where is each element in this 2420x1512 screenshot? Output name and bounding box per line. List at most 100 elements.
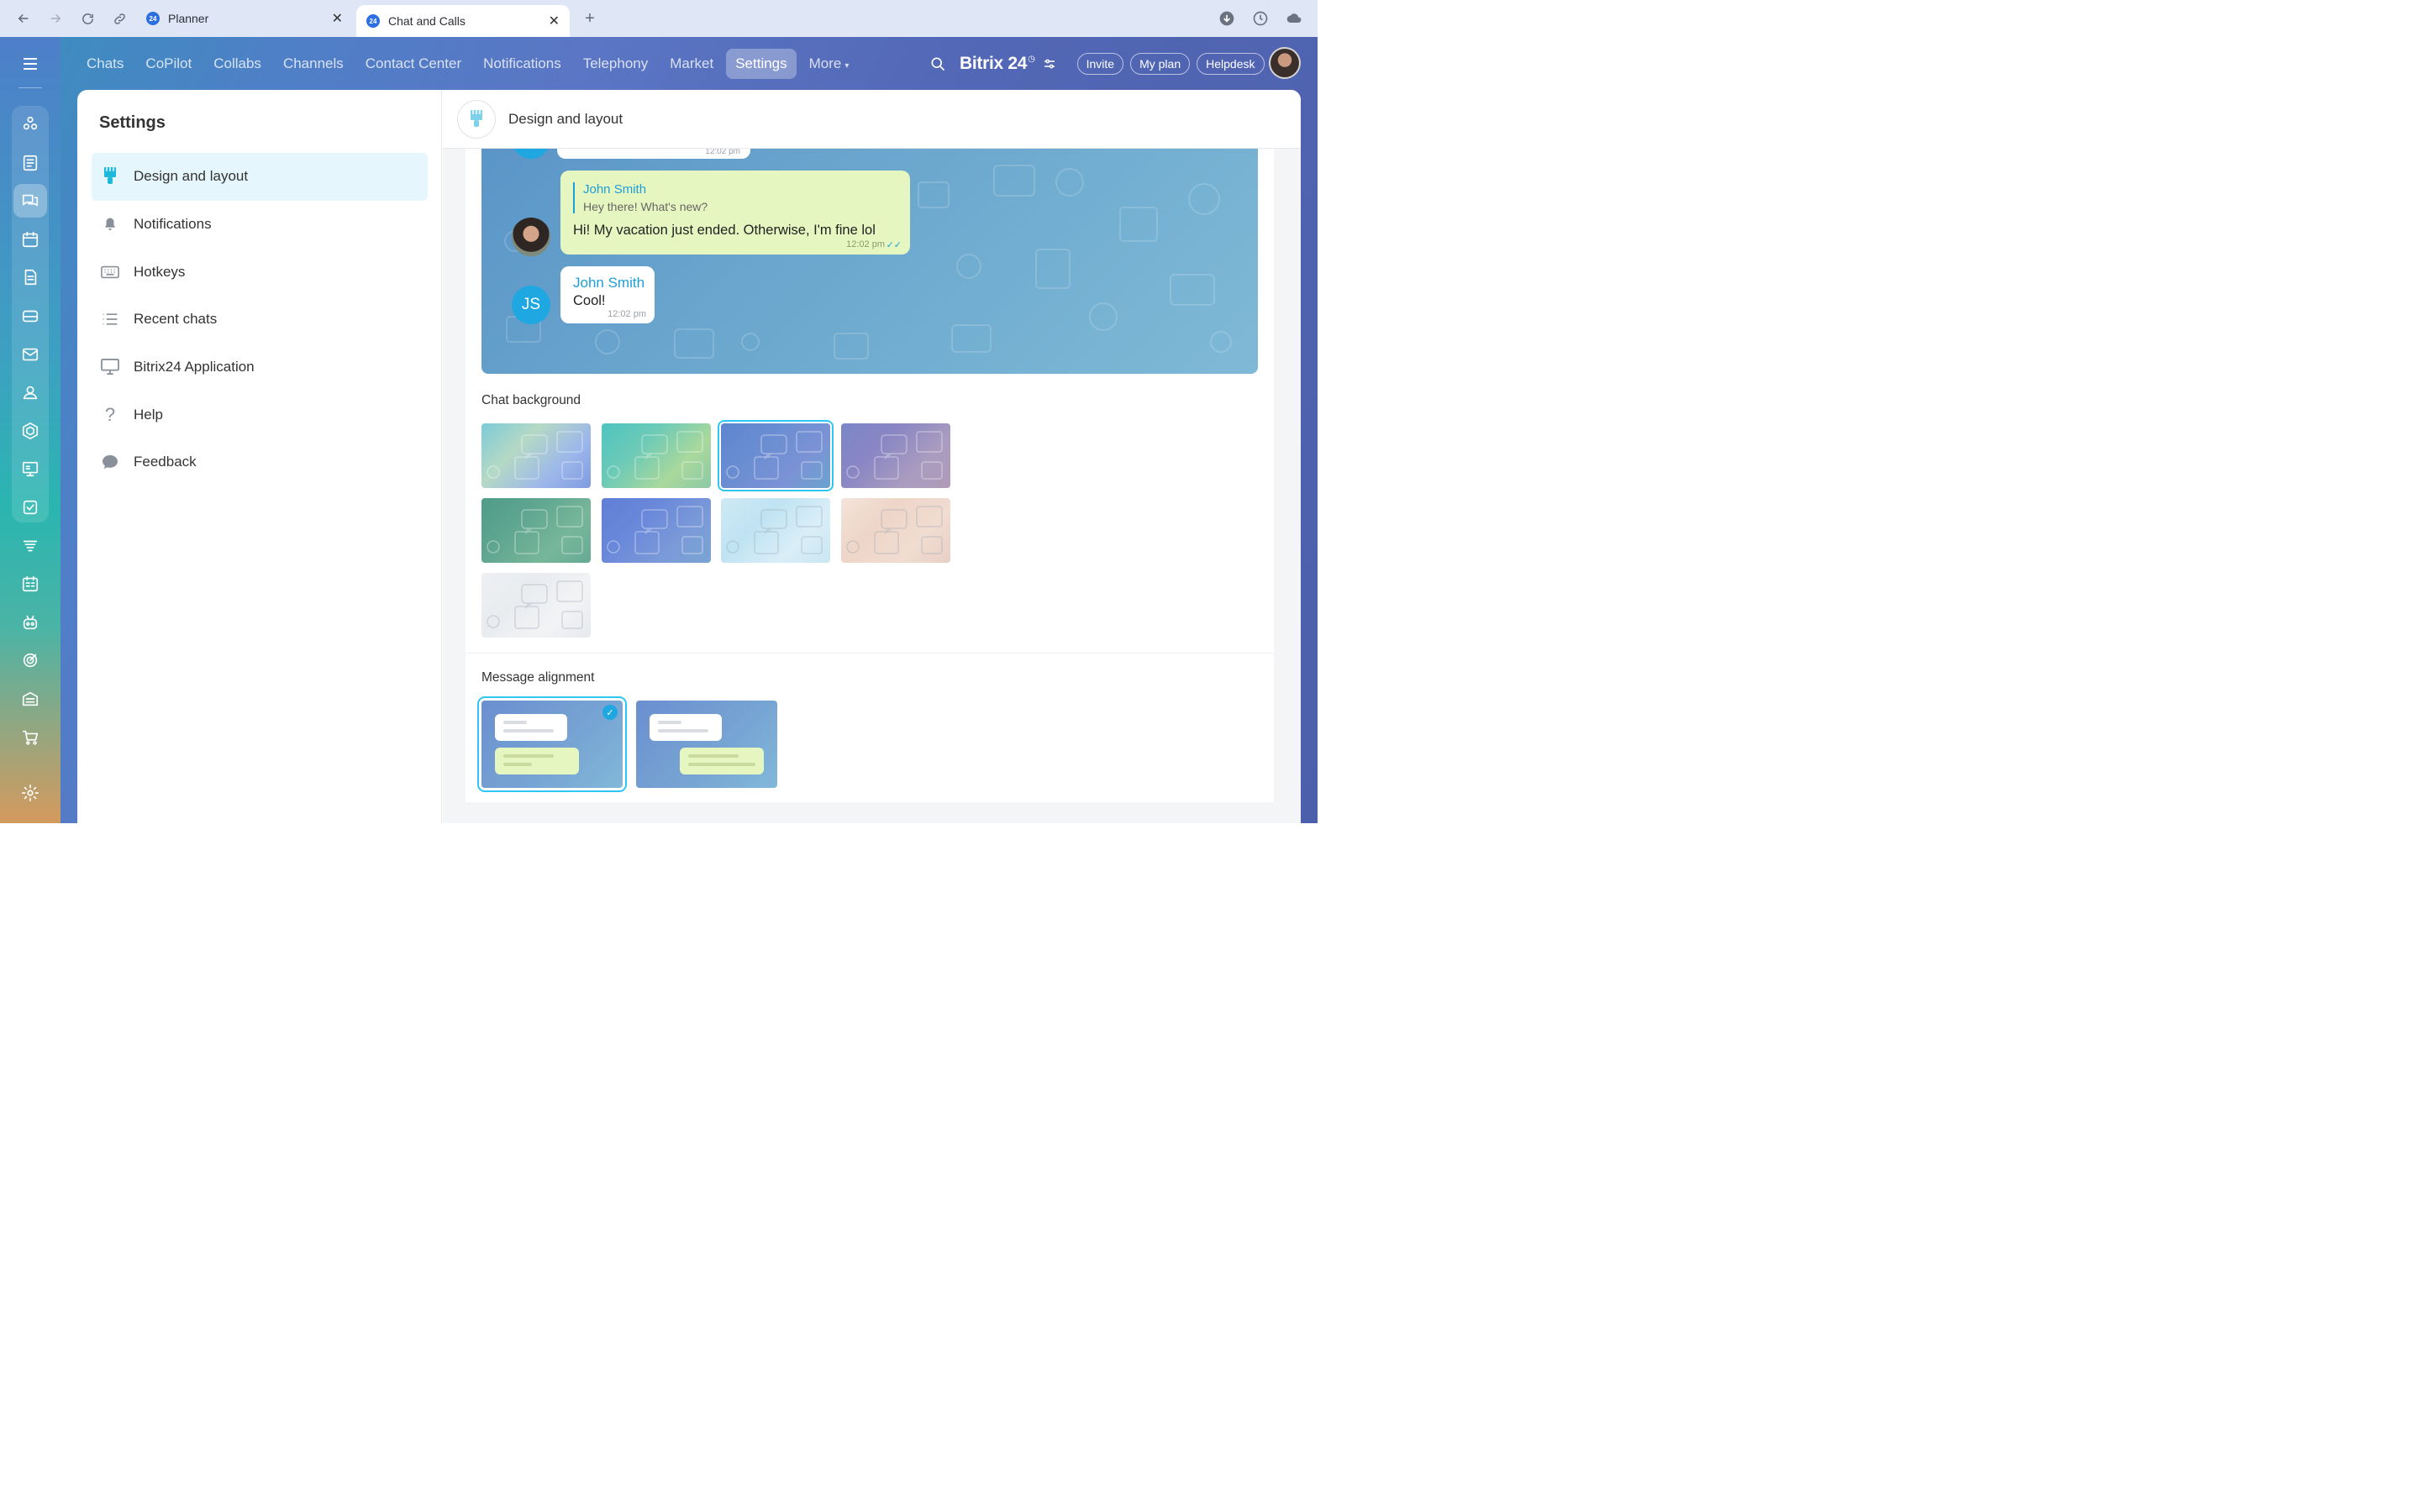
search-icon[interactable] [924, 50, 951, 77]
quoted-message: John Smith Hey there! What's new? [573, 182, 708, 213]
browser-toolbar: 24 Planner ✕ 24 Chat and Calls ✕ + [0, 0, 1318, 37]
settings-sidebar: Settings Design and layout Notifications… [77, 90, 442, 823]
message-text: Hi! My vacation just ended. Otherwise, I… [573, 223, 876, 238]
background-option-teal-green[interactable] [601, 423, 711, 488]
nav-collabs[interactable]: Collabs [204, 49, 271, 79]
background-option-royal-blue[interactable] [601, 498, 711, 563]
page-title: Design and layout [508, 110, 623, 127]
drive-icon[interactable] [13, 299, 47, 333]
left-rail [0, 37, 60, 823]
background-option-blue-purple[interactable] [718, 420, 834, 491]
goals-icon[interactable] [13, 643, 47, 677]
nav-settings[interactable]: Settings [726, 49, 797, 79]
menu-item-bitrix24-application[interactable]: Bitrix24 Application [92, 344, 428, 391]
nav-notifications[interactable]: Notifications [474, 49, 571, 79]
alignment-option-split[interactable] [636, 701, 777, 788]
settings-card: Settings Design and layout Notifications… [77, 90, 1301, 823]
calendar-icon[interactable] [13, 223, 47, 256]
background-option-peach[interactable] [840, 498, 950, 563]
copilot-icon[interactable] [13, 108, 47, 141]
groups-icon[interactable] [13, 375, 47, 409]
reload-icon[interactable] [72, 3, 103, 34]
shop-icon[interactable] [13, 721, 47, 754]
settings-icon[interactable] [13, 776, 47, 810]
design-panel: 12:02 pm John Smith Hey there! What's ne… [466, 149, 1274, 802]
chevron-down-icon: ▾ [844, 61, 850, 71]
helpdesk-button[interactable]: Helpdesk [1197, 53, 1265, 75]
menu-item-recent-chats[interactable]: Recent chats [92, 296, 428, 344]
nav-more-label: More [808, 55, 842, 71]
alignment-option-left[interactable]: ✓ [477, 696, 627, 792]
keyboard-icon [100, 262, 120, 282]
clock-icon: ◷ [1028, 55, 1035, 64]
tab-title: Planner [168, 12, 209, 25]
settings-sliders-icon[interactable] [1042, 55, 1060, 73]
cloud-icon[interactable] [1279, 5, 1309, 32]
sample-bubble [680, 748, 764, 774]
speech-bubble-icon [100, 452, 120, 472]
background-option-violet-mauve[interactable] [840, 423, 950, 488]
invite-button[interactable]: Invite [1076, 53, 1124, 75]
background-option-pastel-gradient[interactable] [481, 423, 591, 488]
sample-line [503, 763, 532, 766]
history-icon[interactable] [1245, 5, 1276, 32]
nav-channels[interactable]: Channels [274, 49, 353, 79]
tasks-icon[interactable] [13, 491, 47, 524]
automation-icon[interactable] [13, 529, 47, 563]
sites-icon[interactable] [13, 452, 47, 486]
doodle-pattern [726, 506, 823, 554]
menu-item-notifications[interactable]: Notifications [92, 201, 428, 249]
background-option-light-gray[interactable] [481, 573, 591, 638]
menu-item-hotkeys[interactable]: Hotkeys [92, 248, 428, 296]
menu-item-feedback[interactable]: Feedback [92, 438, 428, 486]
menu-item-label: Recent chats [134, 311, 218, 328]
download-icon[interactable] [1212, 5, 1242, 32]
bitrix24-logo[interactable]: Bitrix 24 ◷ [960, 54, 1035, 74]
quote-text: Hey there! What's new? [583, 200, 708, 213]
mail-icon[interactable] [13, 338, 47, 371]
booking-icon[interactable] [13, 567, 47, 601]
monitor-icon [100, 357, 120, 377]
user-avatar[interactable] [1269, 47, 1301, 79]
menu-item-label: Hotkeys [134, 263, 186, 280]
menu-item-label: Bitrix24 Application [134, 359, 255, 375]
message-bubble-own: John Smith Hey there! What's new? Hi! My… [560, 171, 910, 255]
message-time: 12:02 pm [608, 309, 646, 319]
menu-item-help[interactable]: ? Help [92, 391, 428, 438]
header-right: Bitrix 24 ◷ Invite My plan Helpdesk [924, 37, 1271, 91]
my-plan-button[interactable]: My plan [1130, 53, 1191, 75]
background-option-light-sky[interactable] [721, 498, 831, 563]
message-alignment-label: Message alignment [481, 670, 595, 685]
feed-icon[interactable] [13, 146, 47, 180]
forward-icon[interactable] [40, 3, 71, 34]
robots-icon[interactable] [13, 606, 47, 639]
chat-icon[interactable] [13, 184, 47, 218]
link-icon[interactable] [104, 3, 134, 34]
nav-market[interactable]: Market [660, 49, 723, 79]
documents-icon[interactable] [13, 260, 47, 294]
close-icon[interactable]: ✕ [549, 13, 560, 29]
new-tab-button[interactable]: + [578, 7, 602, 30]
doodle-pattern [606, 506, 703, 554]
hamburger-menu-icon[interactable] [18, 54, 42, 74]
close-icon[interactable]: ✕ [332, 10, 343, 27]
nav-more[interactable]: More ▾ [800, 49, 859, 79]
sample-bubble [650, 714, 722, 741]
list-icon [100, 309, 120, 329]
nav-contact-center[interactable]: Contact Center [356, 49, 471, 79]
crm-icon[interactable] [13, 414, 47, 448]
doodle-pattern [846, 431, 943, 480]
menu-item-design-and-layout[interactable]: Design and layout [92, 153, 428, 201]
sample-bubble [495, 748, 579, 774]
message-author: John Smith [573, 275, 645, 291]
background-option-forest-green[interactable] [481, 498, 591, 563]
doodle-pattern [606, 431, 703, 480]
inventory-icon[interactable] [13, 682, 47, 716]
tab-chat-and-calls[interactable]: 24 Chat and Calls ✕ [356, 5, 570, 37]
nav-copilot[interactable]: CoPilot [136, 49, 201, 79]
nav-chats[interactable]: Chats [77, 49, 133, 79]
tab-planner[interactable]: 24 Planner ✕ [136, 0, 353, 37]
back-icon[interactable] [8, 3, 39, 34]
nav-telephony[interactable]: Telephony [574, 49, 658, 79]
tab-title: Chat and Calls [388, 14, 466, 28]
